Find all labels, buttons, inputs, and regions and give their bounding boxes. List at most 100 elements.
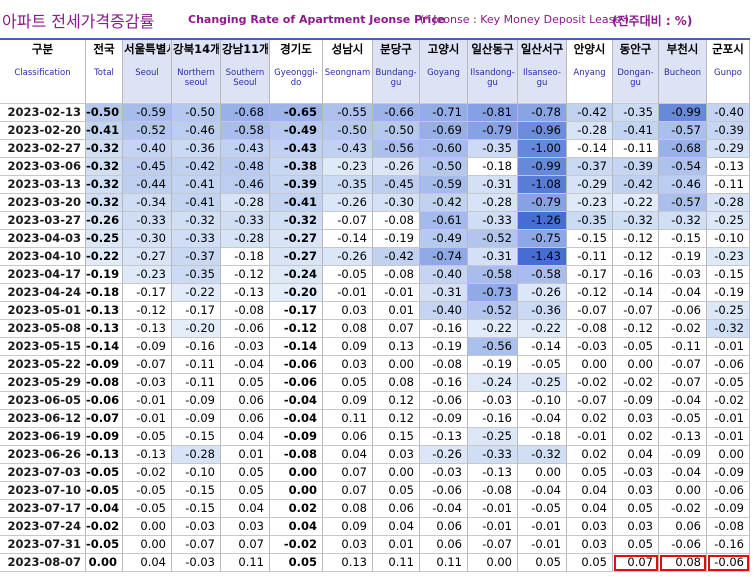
- table-cell: -0.40: [420, 266, 468, 284]
- table-cell: -0.71: [420, 104, 468, 122]
- table-cell: 0.09: [323, 392, 373, 410]
- table-cell: 0.04: [221, 500, 270, 518]
- table-cell: 0.03: [323, 356, 373, 374]
- table-row: 2023-03-20 -0.32 -0.34 -0.41 -0.28 -0.41 -0.26…: [0, 194, 750, 212]
- table-cell: 0.05: [613, 500, 659, 518]
- table-cell: 0.00: [86, 554, 123, 572]
- table-cell: -0.19: [659, 248, 707, 266]
- table-cell: -0.10: [172, 464, 221, 482]
- table-cell: -0.29: [707, 140, 750, 158]
- table-cell: 0.04: [613, 446, 659, 464]
- table-cell: 0.00: [123, 518, 172, 536]
- table-cell: -0.23: [567, 194, 613, 212]
- table-cell: 0.12: [373, 410, 420, 428]
- table-cell: -0.13: [123, 446, 172, 464]
- table-cell: -0.09: [86, 356, 123, 374]
- table-cell: -0.09: [270, 428, 323, 446]
- table-row: 2023-06-26 -0.13 -0.13 -0.28 0.01 -0.08 0.04 0.…: [0, 446, 750, 464]
- table-cell: -0.35: [613, 104, 659, 122]
- column-header: 강남11개구 Southern Seoul: [221, 40, 270, 104]
- table-cell: -0.03: [567, 338, 613, 356]
- table-row: 2023-04-10 -0.22 -0.27 -0.37 -0.18 -0.27 -0.26…: [0, 248, 750, 266]
- table-cell: -0.33: [221, 212, 270, 230]
- table-cell: -0.13: [420, 428, 468, 446]
- table-cell: -0.09: [123, 338, 172, 356]
- table-cell: 0.01: [221, 446, 270, 464]
- table-cell: 0.08: [373, 374, 420, 392]
- table-cell: -0.26: [86, 212, 123, 230]
- table-cell: -0.42: [567, 104, 613, 122]
- table-cell: -0.08: [270, 446, 323, 464]
- table-row: 2023-02-20 -0.41 -0.52 -0.46 -0.58 -0.49 -0.50…: [0, 122, 750, 140]
- table-cell: 0.06: [221, 410, 270, 428]
- table-cell: -0.05: [123, 500, 172, 518]
- column-header-english: Ilsanseo-gu: [523, 68, 561, 88]
- table-cell: -0.19: [86, 266, 123, 284]
- table-cell: -0.06: [420, 392, 468, 410]
- table-cell: -0.01: [707, 428, 750, 446]
- table-cell: 0.05: [323, 374, 373, 392]
- table-cell: -0.99: [518, 158, 567, 176]
- table-row: 2023-05-22 -0.09 -0.07 -0.11 -0.04 -0.06 0.03 0…: [0, 356, 750, 374]
- table-cell: 0.05: [221, 482, 270, 500]
- table-row: 2023-06-05 -0.06 -0.01 -0.09 0.06 -0.04 0.09 0.…: [0, 392, 750, 410]
- table-cell: -1.00: [518, 140, 567, 158]
- table-cell: -0.05: [123, 482, 172, 500]
- table-cell: 0.00: [659, 482, 707, 500]
- table-cell: -0.27: [270, 230, 323, 248]
- row-date: 2023-07-03: [0, 464, 86, 482]
- table-cell: -0.15: [567, 230, 613, 248]
- table-cell: 0.06: [323, 428, 373, 446]
- table-cell: -0.23: [323, 158, 373, 176]
- table-cell: -0.30: [373, 194, 420, 212]
- row-date: 2023-04-24: [0, 284, 86, 302]
- table-cell: -0.10: [518, 392, 567, 410]
- column-header-korean: 강남11개구: [222, 42, 268, 56]
- table-cell: -0.14: [613, 284, 659, 302]
- table-cell: 0.07: [323, 464, 373, 482]
- row-date: 2023-02-13: [0, 104, 86, 122]
- table-cell: -0.01: [518, 518, 567, 536]
- table-cell: -0.27: [123, 248, 172, 266]
- table-cell: -0.44: [123, 176, 172, 194]
- row-date: 2023-05-08: [0, 320, 86, 338]
- column-header-english: Seoul: [135, 68, 159, 78]
- table-cell: -0.24: [468, 374, 518, 392]
- column-header-korean: 구분: [31, 42, 54, 56]
- table-cell: -0.13: [659, 428, 707, 446]
- table-cell: -0.15: [172, 428, 221, 446]
- table-cell: -0.22: [172, 284, 221, 302]
- table-cell: -0.03: [221, 338, 270, 356]
- table-cell: -0.13: [468, 464, 518, 482]
- table-cell: -0.12: [613, 248, 659, 266]
- table-cell: 0.03: [373, 446, 420, 464]
- column-header-english: Gunpo: [714, 68, 742, 78]
- table-row: 2023-05-15 -0.14 -0.09 -0.16 -0.03 -0.14 0.09 0…: [0, 338, 750, 356]
- table-cell: -0.33: [172, 230, 221, 248]
- table-row: 2023-07-03 -0.05 -0.02 -0.10 0.05 0.00 0.07 0.0…: [0, 464, 750, 482]
- table-cell: -0.25: [468, 428, 518, 446]
- table-cell: -0.38: [270, 158, 323, 176]
- table-cell: -0.25: [86, 230, 123, 248]
- table-cell: -0.15: [659, 230, 707, 248]
- table-cell: -0.07: [659, 374, 707, 392]
- table-cell: -0.08: [420, 356, 468, 374]
- table-cell: -0.04: [270, 410, 323, 428]
- table-cell: -0.42: [420, 194, 468, 212]
- table-cell: -0.56: [373, 140, 420, 158]
- table-cell: -0.12: [613, 320, 659, 338]
- table-cell: -0.30: [123, 230, 172, 248]
- table-cell: -0.18: [518, 428, 567, 446]
- table-cell: 0.07: [373, 320, 420, 338]
- row-date: 2023-02-20: [0, 122, 86, 140]
- table-cell: -0.04: [659, 464, 707, 482]
- table-cell: -0.05: [518, 356, 567, 374]
- price-change-table: 구분 Classification 전국 Total 서울특별시 Seoul 강북14개구 N…: [0, 38, 750, 572]
- table-cell: -0.06: [659, 302, 707, 320]
- table-cell: -0.69: [420, 122, 468, 140]
- table-cell: 0.03: [323, 536, 373, 554]
- header-row: 구분 Classification 전국 Total 서울특별시 Seoul 강북14개구 N…: [0, 40, 750, 104]
- column-header-korean: 전국: [93, 42, 115, 56]
- table-cell: -0.81: [468, 104, 518, 122]
- table-cell: -0.07: [567, 392, 613, 410]
